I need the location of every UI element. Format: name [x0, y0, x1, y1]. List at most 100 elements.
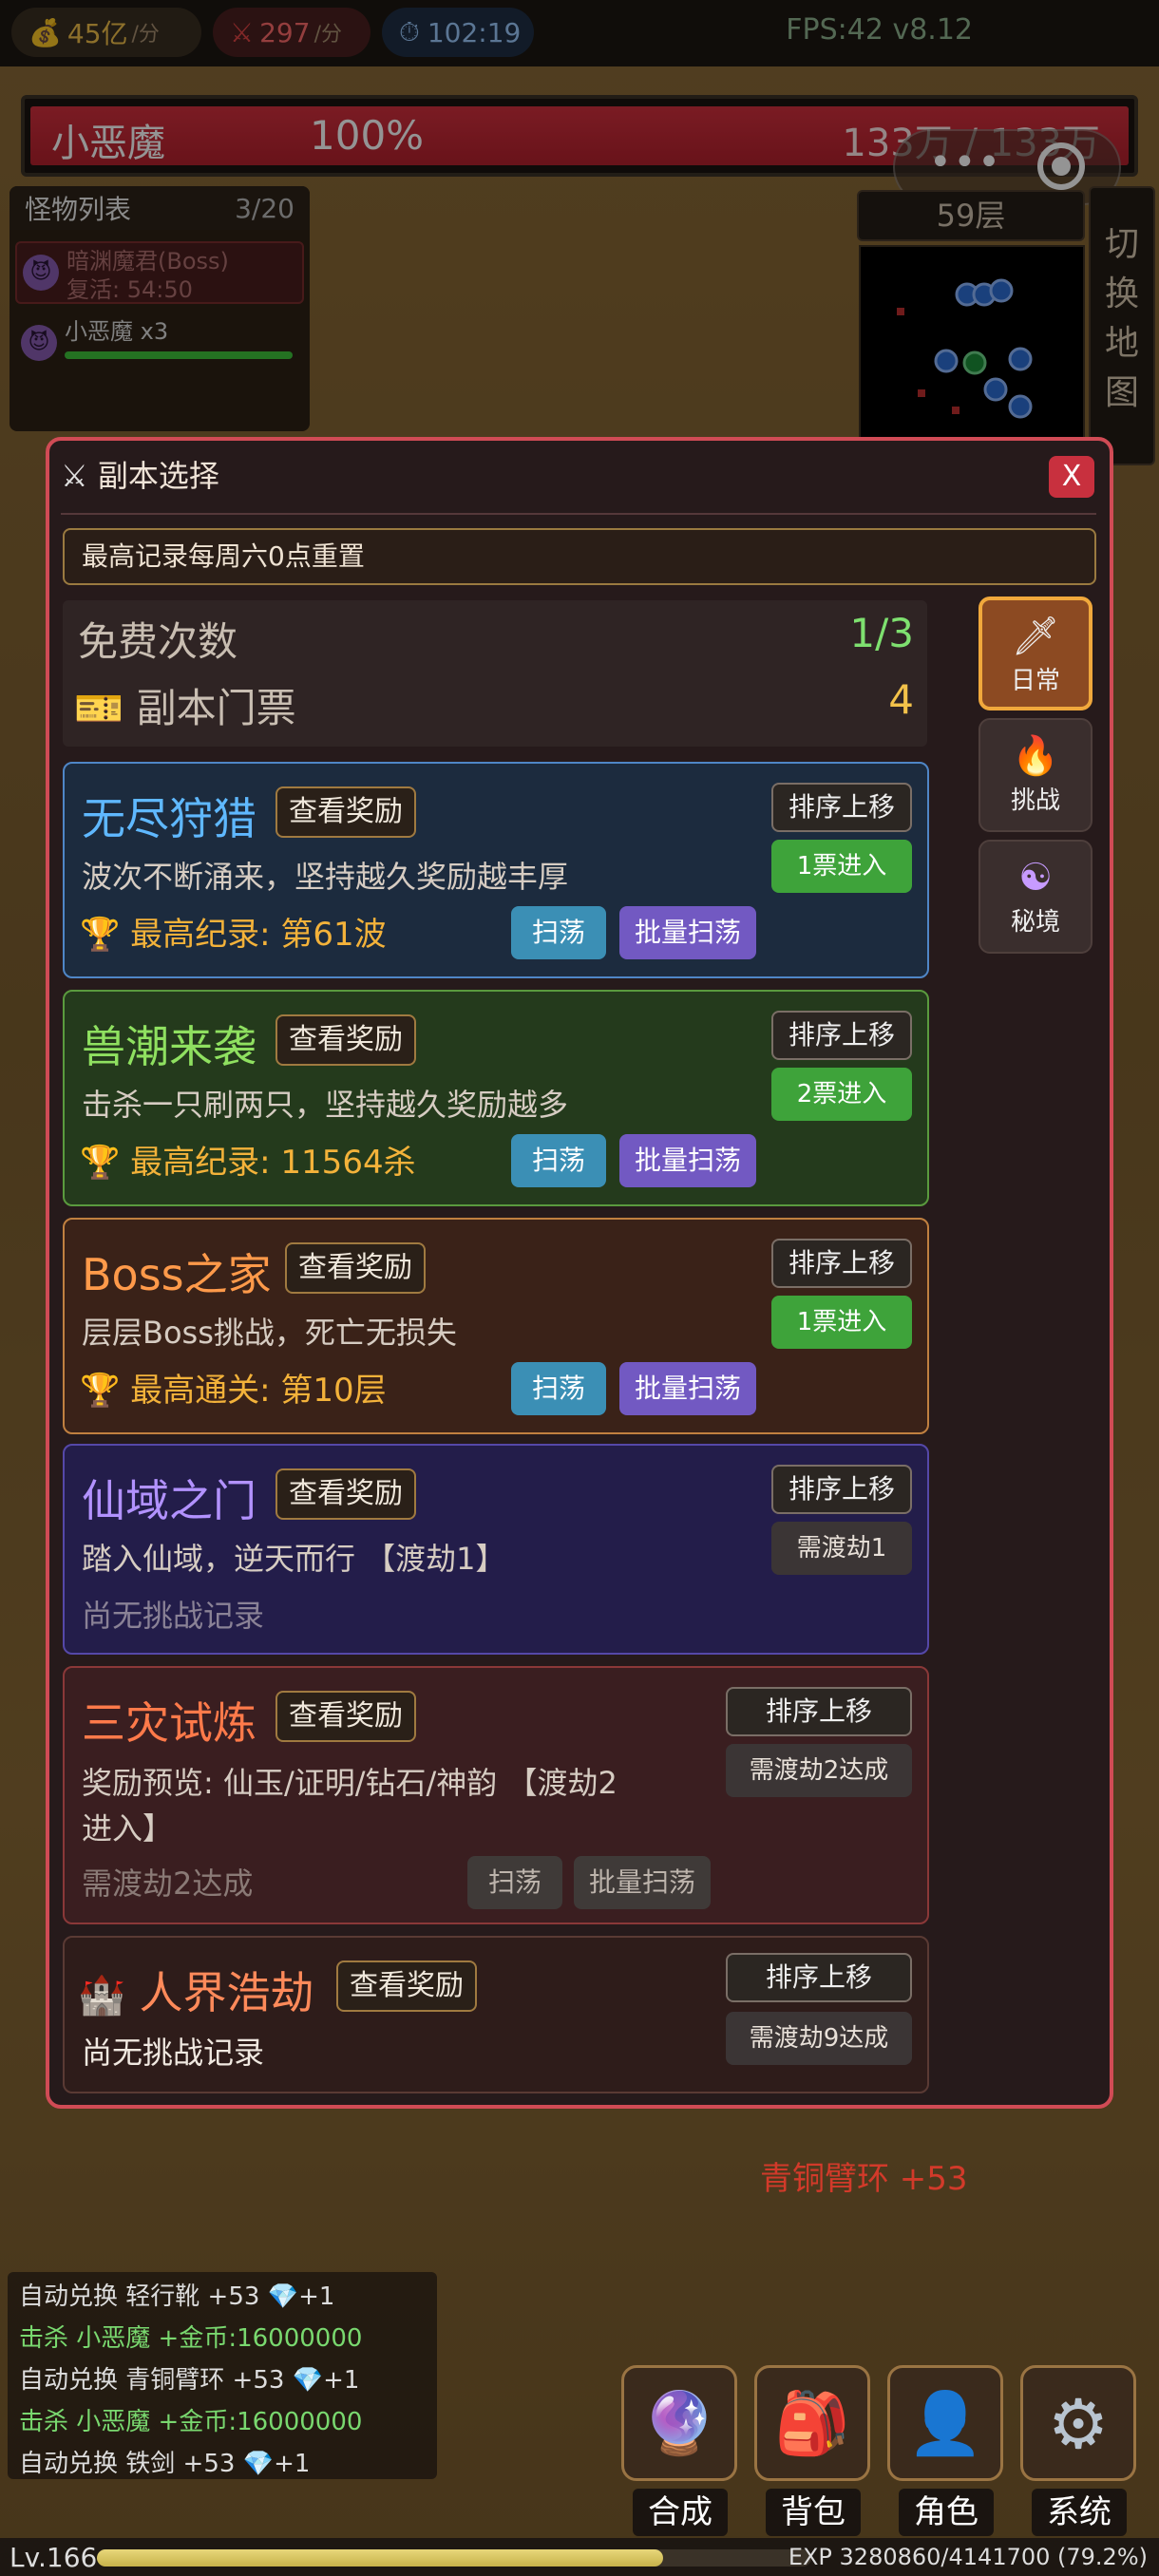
- yin-yang-icon: ☯: [1018, 856, 1053, 900]
- dungeon-title: 人界浩劫: [139, 1967, 314, 2018]
- sweep-button[interactable]: 扫荡: [511, 1362, 606, 1415]
- castle-icon: 🏰: [78, 1974, 125, 2017]
- attempts-panel: 免费次数 1/3 🎫 副本门票 4: [63, 600, 927, 747]
- dungeon-title: 仙域之门: [82, 1475, 256, 1526]
- batch-sweep-button-disabled[interactable]: 批量扫荡: [574, 1856, 711, 1909]
- dungeon-description: 击杀一只刷两只，坚持越久奖励越多: [82, 1087, 569, 1123]
- exp-fill: [97, 2549, 663, 2567]
- modal-title-row: ⚔ 副本选择: [61, 452, 219, 496]
- log-line: 自动兑换 青铜臂环 +53 💎+1: [19, 2366, 360, 2395]
- locked-enter-button[interactable]: 需渡劫2达成: [726, 1744, 912, 1797]
- best-record: 最高纪录: 11564杀: [130, 1144, 416, 1182]
- nav-backpack-label[interactable]: 背包: [766, 2489, 861, 2536]
- dungeon-card-endless-hunt: 无尽狩猎 查看奖励 波次不断涌来，坚持越久奖励越丰厚 🏆 最高纪录: 第61波 …: [63, 762, 929, 978]
- dungeon-description: 尚无挑战记录: [82, 2035, 265, 2071]
- view-rewards-button[interactable]: 查看奖励: [276, 786, 416, 838]
- nav-synthesis-label[interactable]: 合成: [633, 2489, 728, 2536]
- person-icon: 👤: [907, 2389, 983, 2459]
- dungeon-card-three-disasters: 三灾试炼 查看奖励 奖励预览: 仙玉/证明/钻石/神韵 【渡劫2 进入】 需渡劫…: [63, 1666, 929, 1924]
- log-line: 击杀 小恶魔 +金币:16000000: [19, 2408, 363, 2436]
- trophy-icon: 🏆: [80, 1144, 121, 1182]
- move-up-button[interactable]: 排序上移: [771, 1011, 912, 1060]
- ticket-count: 4: [888, 676, 914, 723]
- diamond-icon: 💎: [292, 2366, 324, 2395]
- tab-label: 日常: [1010, 667, 1060, 695]
- loot-popup-text: 青铜臂环 +53: [760, 2160, 968, 2198]
- dungeon-title: 无尽狩猎: [82, 793, 256, 844]
- view-rewards-button[interactable]: 查看奖励: [276, 1014, 416, 1066]
- nav-character-button[interactable]: 👤: [887, 2365, 1003, 2481]
- log-line: 自动兑换 轻行靴 +53 💎+1: [19, 2282, 335, 2311]
- close-button[interactable]: X: [1049, 456, 1094, 498]
- reset-notice: 最高记录每周六0点重置: [63, 528, 1096, 585]
- best-record: 尚无挑战记录: [82, 1598, 265, 1634]
- dungeon-card-immortal-gate: 仙域之门 查看奖励 踏入仙域，逆天而行 【渡劫1】 尚无挑战记录 排序上移 需渡…: [63, 1444, 929, 1655]
- enter-button[interactable]: 1票进入: [771, 840, 912, 893]
- dungeon-title: 兽潮来袭: [82, 1021, 256, 1072]
- view-rewards-button[interactable]: 查看奖励: [336, 1960, 477, 2012]
- move-up-button[interactable]: 排序上移: [771, 1465, 912, 1514]
- event-log-panel: 自动兑换 轻行靴 +53 💎+1 击杀 小恶魔 +金币:16000000 自动兑…: [8, 2272, 437, 2479]
- log-line: 自动兑换 铁剑 +53 💎+1: [19, 2450, 311, 2478]
- dungeon-description: 踏入仙域，逆天而行 【渡劫1】: [82, 1541, 506, 1577]
- dungeon-title: 三灾试炼: [82, 1697, 256, 1749]
- batch-sweep-button[interactable]: 批量扫荡: [619, 906, 756, 959]
- dungeon-description: 层层Boss挑战，死亡无损失: [82, 1315, 457, 1351]
- tab-label: 挑战: [1010, 786, 1060, 815]
- dungeon-card-boss-home: Boss之家 查看奖励 层层Boss挑战，死亡无损失 🏆 最高通关: 第10层 …: [63, 1218, 929, 1434]
- log-line: 击杀 小恶魔 +金币:16000000: [19, 2324, 363, 2353]
- fire-icon: 🔥: [1012, 734, 1059, 778]
- best-record: 最高纪录: 第61波: [130, 916, 387, 954]
- best-record: 最高通关: 第10层: [130, 1372, 387, 1410]
- move-up-button[interactable]: 排序上移: [726, 1687, 912, 1736]
- free-attempts-label: 免费次数: [78, 618, 238, 665]
- tab-label: 秘境: [1010, 908, 1060, 937]
- best-record: 需渡劫2达成: [82, 1866, 254, 1902]
- view-rewards-button[interactable]: 查看奖励: [276, 1468, 416, 1520]
- crystal-ball-icon: 🔮: [641, 2389, 717, 2459]
- diamond-icon: 💎: [242, 2450, 275, 2478]
- sweep-button[interactable]: 扫荡: [511, 1134, 606, 1187]
- tab-challenge[interactable]: 🔥 挑战: [978, 718, 1092, 832]
- gear-icon: ⚙: [1047, 2384, 1110, 2464]
- diamond-icon: 💎: [267, 2282, 299, 2311]
- exp-text: EXP 3280860/4141700 (79.2%): [788, 2544, 1148, 2570]
- dungeon-card-beast-tide: 兽潮来袭 查看奖励 击杀一只刷两只，坚持越久奖励越多 🏆 最高纪录: 11564…: [63, 990, 929, 1206]
- view-rewards-button[interactable]: 查看奖励: [285, 1242, 426, 1294]
- tab-secret-realm[interactable]: ☯ 秘境: [978, 840, 1092, 954]
- ticket-icon: 🎫: [74, 685, 124, 731]
- trophy-icon: 🏆: [80, 916, 121, 954]
- sweep-button[interactable]: 扫荡: [511, 906, 606, 959]
- dungeon-description: 波次不断涌来，坚持越久奖励越丰厚: [82, 859, 569, 895]
- enter-button[interactable]: 1票进入: [771, 1296, 912, 1349]
- ticket-label: 副本门票: [136, 685, 296, 731]
- dungeon-title: Boss之家: [82, 1249, 272, 1300]
- sword-icon: 🗡: [1011, 615, 1060, 658]
- batch-sweep-button[interactable]: 批量扫荡: [619, 1362, 756, 1415]
- move-up-button[interactable]: 排序上移: [771, 1239, 912, 1288]
- nav-character-label[interactable]: 角色: [899, 2489, 994, 2536]
- sweep-button-disabled[interactable]: 扫荡: [467, 1856, 562, 1909]
- player-level: Lv.166: [10, 2542, 98, 2573]
- dungeon-card-human-calamity: 🏰 人界浩劫 查看奖励 尚无挑战记录 排序上移 需渡劫9达成: [63, 1936, 929, 2093]
- nav-system-label[interactable]: 系统: [1032, 2489, 1127, 2536]
- dungeon-description-cont: 进入】: [82, 1810, 174, 1847]
- batch-sweep-button[interactable]: 批量扫荡: [619, 1134, 756, 1187]
- move-up-button[interactable]: 排序上移: [771, 783, 912, 832]
- nav-synthesis-button[interactable]: 🔮: [621, 2365, 737, 2481]
- crossed-swords-icon: ⚔: [61, 458, 88, 494]
- move-up-button[interactable]: 排序上移: [726, 1953, 912, 2002]
- trophy-icon: 🏆: [80, 1372, 121, 1410]
- modal-title: 副本选择: [97, 458, 219, 494]
- locked-enter-button[interactable]: 需渡劫9达成: [726, 2012, 912, 2065]
- nav-backpack-button[interactable]: 🎒: [754, 2365, 870, 2481]
- nav-system-button[interactable]: ⚙: [1020, 2365, 1136, 2481]
- dungeon-description: 奖励预览: 仙玉/证明/钻石/神韵 【渡劫2: [82, 1765, 618, 1801]
- enter-button[interactable]: 2票进入: [771, 1068, 912, 1121]
- tab-daily[interactable]: 🗡 日常: [978, 597, 1092, 710]
- view-rewards-button[interactable]: 查看奖励: [276, 1691, 416, 1742]
- title-divider: [61, 513, 1096, 515]
- backpack-icon: 🎒: [774, 2389, 850, 2459]
- free-attempts-value: 1/3: [849, 610, 914, 656]
- locked-enter-button[interactable]: 需渡劫1: [771, 1522, 912, 1575]
